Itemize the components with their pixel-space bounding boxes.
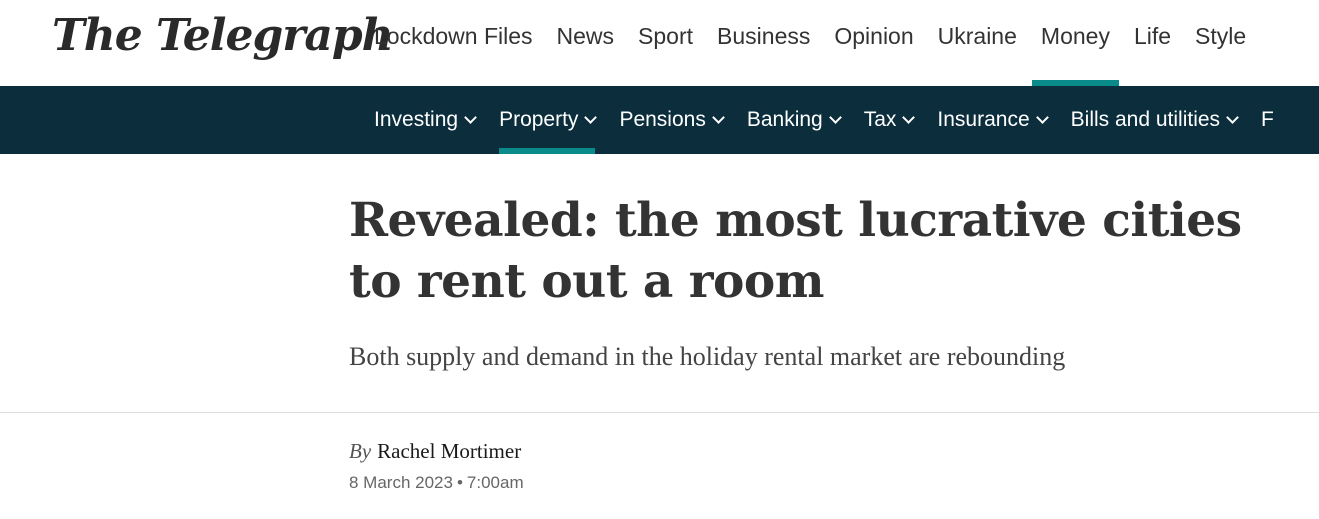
date-separator: • (456, 473, 463, 492)
subnav-label: Pensions (619, 108, 706, 131)
subnav-label: Property (499, 108, 579, 131)
subnav-item-property[interactable]: Property (487, 86, 607, 154)
byline-prefix: By (349, 439, 372, 463)
nav-item-business[interactable]: Business (705, 0, 822, 86)
subnav-item-bills-and-utilities[interactable]: Bills and utilities (1059, 86, 1249, 154)
chevron-down-icon (1226, 110, 1239, 124)
chevron-down-icon (1035, 110, 1049, 124)
chevron-down-icon (584, 110, 598, 124)
nav-item-money[interactable]: Money (1029, 0, 1122, 86)
telegraph-logo[interactable]: The Telegraph (52, 10, 394, 62)
subnav-label: Banking (746, 108, 823, 131)
chevron-down-icon (711, 110, 725, 124)
nav-item-lockdown-files[interactable]: Lockdown Files (362, 0, 545, 86)
publish-time: 7:00am (466, 473, 524, 492)
subnav-item-truncated[interactable]: F (1249, 86, 1286, 154)
subnav-item-insurance[interactable]: Insurance (925, 86, 1058, 154)
money-subnav: Investing Property Pensions Banking Tax … (0, 86, 1319, 154)
byline: By Rachel Mortimer (349, 437, 521, 465)
chevron-down-icon (464, 110, 477, 124)
subnav-label: Bills and utilities (1070, 108, 1221, 131)
subnav-items: Investing Property Pensions Banking Tax … (362, 86, 1286, 154)
chevron-down-icon (828, 110, 842, 124)
subnav-item-banking[interactable]: Banking (735, 86, 852, 154)
subnav-label: Tax (863, 108, 897, 131)
nav-item-news[interactable]: News (545, 0, 627, 86)
nav-item-sport[interactable]: Sport (626, 0, 705, 86)
subnav-item-investing[interactable]: Investing (362, 86, 487, 154)
subnav-label: F (1261, 108, 1274, 131)
chevron-down-icon (902, 110, 916, 124)
divider (0, 412, 1319, 413)
subnav-label: Insurance (937, 108, 1030, 131)
publish-dateline: 8 March 2023 • 7:00am (349, 472, 524, 494)
subnav-label: Investing (374, 108, 459, 131)
masthead: The Telegraph Lockdown Files News Sport … (0, 0, 1319, 86)
nav-item-ukraine[interactable]: Ukraine (926, 0, 1029, 86)
nav-item-life[interactable]: Life (1122, 0, 1183, 86)
article-standfirst: Both supply and demand in the holiday re… (349, 342, 1066, 371)
subnav-item-pensions[interactable]: Pensions (607, 86, 734, 154)
nav-item-style[interactable]: Style (1183, 0, 1258, 86)
author-link[interactable]: Rachel Mortimer (377, 439, 521, 463)
article-headline: Revealed: the most lucrative cities to r… (349, 193, 1242, 309)
primary-nav: Lockdown Files News Sport Business Opini… (362, 0, 1258, 86)
subnav-item-tax[interactable]: Tax (852, 86, 926, 154)
publish-date: 8 March 2023 (349, 473, 453, 492)
nav-item-opinion[interactable]: Opinion (822, 0, 925, 86)
